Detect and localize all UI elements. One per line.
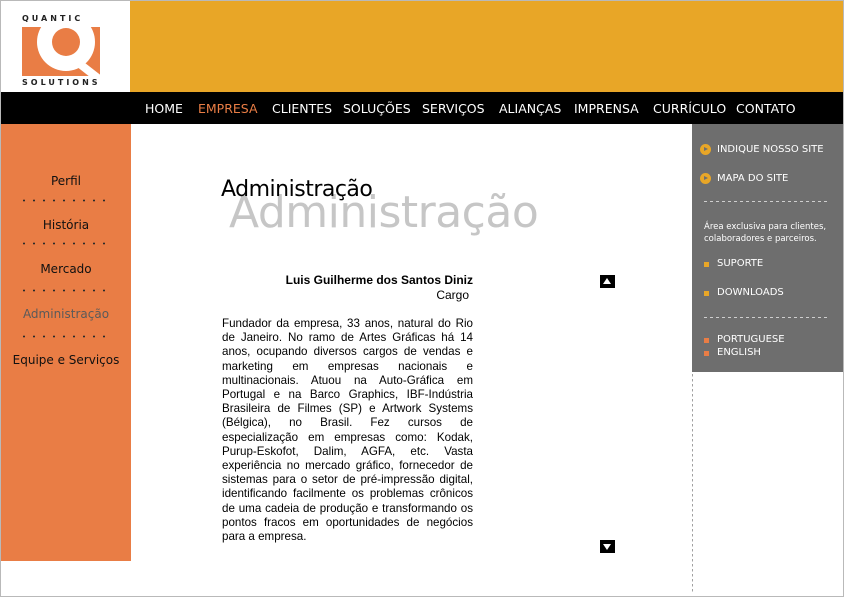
logo-text-bottom: SOLUTIONS [22, 78, 101, 87]
page-title: Administração [221, 177, 373, 202]
language-english-link[interactable]: ENGLISH [717, 347, 761, 358]
sidebar-item-equipe[interactable]: Equipe e Serviços [1, 353, 131, 367]
nav-aliancas[interactable]: ALIANÇAS [499, 101, 561, 116]
nav-solucoes[interactable]: SOLUÇÕES [343, 101, 411, 116]
logo-text-top: QUANTIC [22, 14, 84, 23]
sidebar-item-historia[interactable]: História [1, 218, 131, 232]
suporte-link[interactable]: SUPORTE [717, 258, 763, 269]
header-banner [130, 1, 843, 92]
logo-q-mark [22, 27, 100, 76]
divider [704, 201, 829, 202]
right-panel: INDIQUE NOSSO SITE MAPA DO SITE Área exc… [692, 124, 843, 372]
arrow-down-icon [603, 544, 611, 550]
nav-home[interactable]: HOME [145, 101, 183, 116]
bullet-icon [704, 291, 709, 296]
nav-empresa[interactable]: EMPRESA [198, 101, 258, 116]
top-nav: HOME EMPRESA CLIENTES SOLUÇÕES SERVIÇOS … [1, 92, 843, 124]
arrow-circle-icon [700, 144, 711, 155]
divider [19, 335, 111, 338]
language-portuguese-link[interactable]: PORTUGUESE [717, 334, 785, 345]
divider [19, 242, 111, 245]
divider [19, 199, 111, 202]
nav-contato[interactable]: CONTATO [736, 101, 796, 116]
scroll-down-button[interactable] [600, 540, 615, 553]
person-bio: Fundador da empresa, 33 anos, natural do… [222, 317, 473, 544]
sidebar-item-mercado[interactable]: Mercado [1, 262, 131, 276]
scroll-up-button[interactable] [600, 275, 615, 288]
person-name: Luis Guilherme dos Santos Diniz [285, 273, 473, 287]
logo[interactable]: QUANTIC SOLUTIONS [1, 1, 130, 92]
sidebar-item-administracao[interactable]: Administração [1, 307, 131, 321]
bullet-icon [704, 351, 709, 356]
mapa-do-site-link[interactable]: MAPA DO SITE [717, 173, 788, 184]
nav-curriculo[interactable]: CURRÍCULO [653, 101, 726, 116]
divider [19, 289, 111, 292]
sidebar-item-perfil[interactable]: Perfil [1, 174, 131, 188]
restricted-area-note: Área exclusiva para clientes, colaborado… [704, 222, 827, 244]
bullet-icon [704, 262, 709, 267]
nav-imprensa[interactable]: IMPRENSA [574, 101, 639, 116]
arrow-circle-icon [700, 173, 711, 184]
divider [704, 317, 829, 318]
arrow-up-icon [603, 278, 611, 284]
indique-nosso-site-link[interactable]: INDIQUE NOSSO SITE [717, 144, 824, 155]
downloads-link[interactable]: DOWNLOADS [717, 287, 784, 298]
nav-servicos[interactable]: SERVIÇOS [422, 101, 485, 116]
person-role: Cargo [436, 288, 469, 302]
bullet-icon [704, 338, 709, 343]
left-sidebar: Perfil História Mercado Administração Eq… [1, 124, 131, 561]
nav-clientes[interactable]: CLIENTES [272, 101, 332, 116]
vertical-divider [692, 374, 694, 594]
